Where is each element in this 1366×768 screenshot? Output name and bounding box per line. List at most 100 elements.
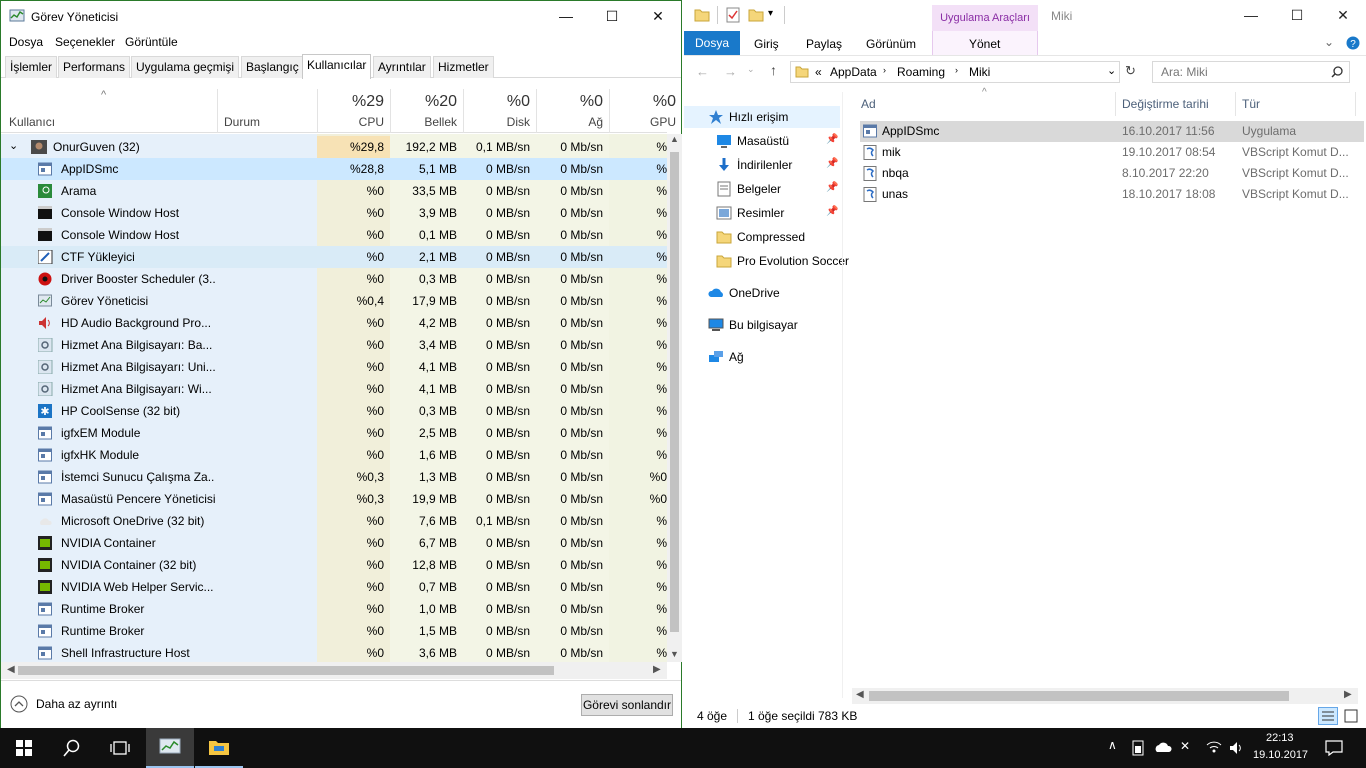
address-dropdown-icon[interactable]: ⌄ (1107, 64, 1116, 77)
details-view-icon[interactable] (1318, 707, 1338, 725)
process-row[interactable]: Hizmet Ana Bilgisayarı: Ba... %0 3,4 MB 0 M… (1, 334, 667, 356)
back-arrow-icon[interactable]: ← (696, 64, 709, 79)
process-row[interactable]: Arama %0 33,5 MB 0 MB/sn 0 Mb/sn% (1, 180, 667, 202)
expand-ribbon-icon[interactable]: ⌄ (1324, 35, 1334, 49)
column-disk[interactable]: Disk (464, 115, 530, 129)
properties-icon[interactable] (726, 7, 740, 23)
tab-performance[interactable]: Performans (58, 56, 131, 78)
nav-item[interactable]: OneDrive (684, 282, 842, 304)
close-button[interactable]: ✕ (635, 1, 681, 31)
nav-item[interactable]: Belgeler 📌 (684, 178, 842, 200)
up-arrow-icon[interactable]: ↑ (770, 62, 777, 78)
clock-date[interactable]: 19.10.2017 (1253, 749, 1308, 761)
taskbar-task-manager[interactable] (146, 728, 194, 768)
process-row[interactable]: Microsoft OneDrive (32 bit) %0 7,6 MB 0,1 M… (1, 510, 667, 532)
large-icons-view-icon[interactable] (1342, 707, 1360, 725)
process-row[interactable]: CTF Yükleyici %0 2,1 MB 0 MB/sn 0 Mb/sn% (1, 246, 667, 268)
column-user[interactable]: Kullanıcı (9, 115, 55, 129)
collapse-chevron-icon[interactable]: ⌄ (9, 139, 18, 152)
app-tools-tab[interactable]: Uygulama Araçları (932, 5, 1038, 31)
title-bar[interactable]: Görev Yöneticisi — ☐ ✕ (1, 1, 681, 31)
file-row[interactable]: AppIDSmc 16.10.2017 11:56 Uygulama (860, 121, 1364, 142)
process-row[interactable]: Hizmet Ana Bilgisayarı: Uni... %0 4,1 MB 0 … (1, 356, 667, 378)
fewer-details-link[interactable]: Daha az ayrıntı (36, 697, 117, 711)
taskbar-file-explorer[interactable] (195, 728, 243, 768)
action-center-icon[interactable] (1325, 740, 1343, 756)
process-row[interactable]: Masaüstü Pencere Yöneticisi %0,3 19,9 MB 0 … (1, 488, 667, 510)
process-row[interactable]: Hizmet Ana Bilgisayarı: Wi... %0 4,1 MB 0 M… (1, 378, 667, 400)
menu-options[interactable]: Seçenekler (55, 35, 115, 49)
column-memory[interactable]: Bellek (391, 115, 457, 129)
process-row[interactable]: Runtime Broker %0 1,0 MB 0 MB/sn 0 Mb/sn% (1, 598, 667, 620)
process-row[interactable]: Shell Infrastructure Host %0 3,6 MB 0 MB/sn… (1, 642, 667, 662)
nav-item[interactable]: Bu bilgisayar (684, 314, 842, 336)
wifi-icon[interactable] (1206, 740, 1222, 754)
tab-home[interactable]: Giriş (754, 37, 779, 51)
tab-processes[interactable]: İşlemler (5, 56, 58, 78)
file-row[interactable]: nbqa 8.10.2017 22:20 VBScript Komut D... (860, 163, 1364, 184)
search-input[interactable]: Ara: Miki (1152, 61, 1350, 83)
menu-file[interactable]: Dosya (9, 35, 43, 49)
tab-manage[interactable]: Yönet (969, 37, 1000, 51)
title-bar[interactable]: ▾ Uygulama Araçları Miki — ☐ ✕ (684, 0, 1366, 31)
horizontal-scrollbar[interactable]: ◀ ▶ (1, 662, 667, 679)
column-network[interactable]: Ağ (537, 115, 603, 129)
close-button[interactable]: ✕ (1320, 0, 1366, 30)
breadcrumb-appdata[interactable]: AppData (830, 65, 877, 79)
process-row[interactable]: Görev Yöneticisi %0,4 17,9 MB 0 MB/sn 0 Mb/s… (1, 290, 667, 312)
collapse-up-icon[interactable] (10, 695, 28, 713)
nav-item[interactable]: Resimler 📌 (684, 202, 842, 224)
process-row[interactable]: NVIDIA Container (32 bit) %0 12,8 MB 0 MB/s… (1, 554, 667, 576)
user-group-row[interactable]: ⌄ OnurGuven (32) %29,8 192,2 MB 0,1 MB/s… (1, 136, 667, 158)
horizontal-scrollbar[interactable]: ◀ ▶ (852, 688, 1358, 704)
refresh-icon[interactable]: ↻ (1125, 63, 1136, 79)
column-name[interactable]: Ad (861, 97, 876, 111)
column-date[interactable]: Değiştirme tarihi (1122, 97, 1209, 111)
tab-view[interactable]: Görünüm (866, 37, 916, 51)
nav-item[interactable]: Masaüstü 📌 (684, 130, 842, 152)
process-row[interactable]: NVIDIA Container %0 6,7 MB 0 MB/sn 0 Mb/sn% (1, 532, 667, 554)
nav-item[interactable]: Ağ (684, 346, 842, 368)
tab-details[interactable]: Ayrıntılar (373, 56, 431, 78)
search-icon[interactable] (1331, 66, 1343, 78)
recent-locations-icon[interactable]: ⌄ (747, 64, 755, 75)
column-gpu[interactable]: GPU (611, 115, 676, 129)
tab-users[interactable]: Kullanıcılar (302, 54, 372, 79)
tab-services[interactable]: Hizmetler (433, 56, 494, 78)
tab-startup[interactable]: Başlangıç (241, 56, 304, 78)
breadcrumb-miki[interactable]: Miki (969, 65, 990, 79)
minimize-button[interactable]: — (543, 1, 589, 31)
breadcrumb-prefix[interactable]: « (815, 65, 822, 79)
file-row[interactable]: mik 19.10.2017 08:54 VBScript Komut D... (860, 142, 1364, 163)
nav-item[interactable]: Hızlı erişim (684, 106, 842, 128)
breadcrumb-roaming[interactable]: Roaming (897, 65, 945, 79)
process-row[interactable]: Runtime Broker %0 1,5 MB 0 MB/sn 0 Mb/sn% (1, 620, 667, 642)
tab-file[interactable]: Dosya (684, 31, 740, 55)
start-button[interactable] (0, 728, 48, 768)
process-row[interactable]: NVIDIA Web Helper Servic... %0 0,7 MB 0 MB/… (1, 576, 667, 598)
process-row[interactable]: HD Audio Background Pro... %0 4,2 MB 0 MB/s… (1, 312, 667, 334)
process-row[interactable]: Driver Booster Scheduler (3... %0 0,3 MB 0 … (1, 268, 667, 290)
show-hidden-icons-icon[interactable]: ∧ (1108, 738, 1117, 752)
end-task-button[interactable]: Görevi sonlandır (581, 694, 673, 716)
battery-icon[interactable] (1132, 740, 1144, 756)
maximize-button[interactable]: ☐ (1274, 0, 1320, 30)
column-status[interactable]: Durum (224, 115, 260, 129)
customize-toolbar-icon[interactable]: ▾ (768, 8, 773, 19)
file-row[interactable]: unas 18.10.2017 18:08 VBScript Komut D... (860, 184, 1364, 205)
nav-item[interactable]: İndirilenler 📌 (684, 154, 842, 176)
forward-arrow-icon[interactable]: → (724, 64, 737, 79)
search-button[interactable] (48, 728, 96, 768)
address-bar[interactable]: « AppData › Roaming › Miki ⌄ (790, 61, 1120, 83)
process-row[interactable]: igfxEM Module %0 2,5 MB 0 MB/sn 0 Mb/sn% (1, 422, 667, 444)
process-row[interactable]: İstemci Sunucu Çalışma Za... %0,3 1,3 MB 0 … (1, 466, 667, 488)
tab-share[interactable]: Paylaş (806, 37, 842, 51)
help-icon[interactable]: ? (1346, 36, 1360, 50)
tab-app-history[interactable]: Uygulama geçmişi (131, 56, 240, 78)
maximize-button[interactable]: ☐ (589, 1, 635, 31)
minimize-button[interactable]: — (1228, 0, 1274, 30)
new-folder-icon[interactable] (748, 7, 764, 23)
volume-icon[interactable] (1228, 740, 1244, 756)
menu-view[interactable]: Görüntüle (125, 35, 178, 49)
nav-item[interactable]: Pro Evolution Soccer (684, 250, 849, 272)
